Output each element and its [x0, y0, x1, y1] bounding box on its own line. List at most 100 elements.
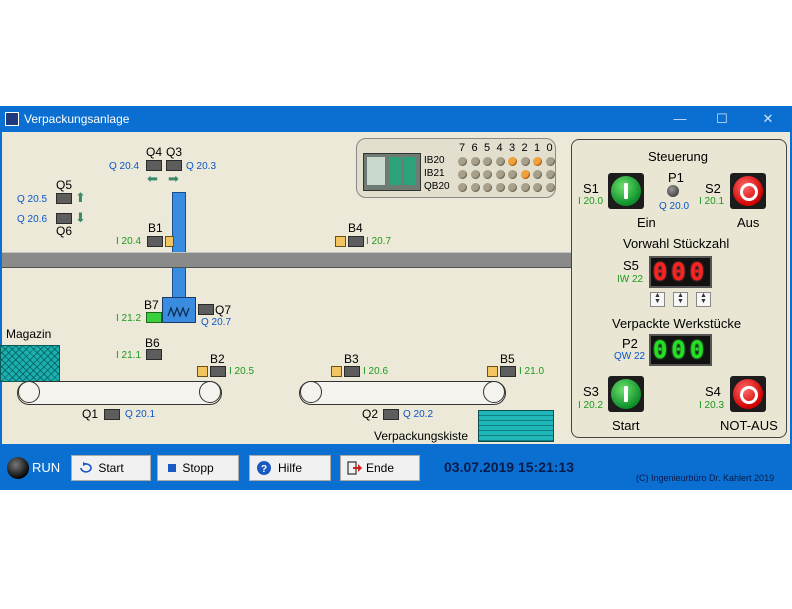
plc-led: [470, 157, 480, 166]
packed-counter-display: 000: [649, 334, 712, 366]
maximize-button[interactable]: ☐: [712, 110, 732, 128]
b7-address: I 21.2: [116, 313, 142, 324]
q2-address: Q 20.2: [403, 409, 434, 420]
plc-led: [483, 170, 492, 179]
s2-label: S2: [705, 181, 721, 196]
p2-address: QW 22: [614, 351, 646, 362]
q3-indicator: [166, 160, 182, 171]
plc-led: [545, 183, 555, 192]
b3-indicator: [344, 366, 360, 377]
q1-address: Q 20.1: [125, 409, 156, 420]
plc-led: [483, 183, 492, 192]
ein-button[interactable]: [608, 173, 644, 209]
copyright-text: (C) Ingenieurbüro Dr. Kahlert 2019: [636, 473, 775, 483]
title-bar: Verpackungsanlage — ☐ ✕: [0, 106, 792, 132]
verpackte-title: Verpackte Werkstücke: [612, 316, 742, 331]
b1-emitter: [165, 236, 174, 247]
b3-label: B3: [344, 352, 359, 366]
b5-address: I 21.0: [519, 366, 545, 377]
s5-label: S5: [623, 258, 639, 273]
not-aus-button[interactable]: [730, 376, 766, 412]
plc-row-label: IB21: [424, 168, 445, 179]
s2-address: I 20.1: [699, 196, 725, 207]
s3-label: S3: [583, 384, 599, 399]
b3-emitter: [331, 366, 342, 377]
plc-row-label: QB20: [424, 181, 450, 192]
q1-label: Q1: [82, 407, 99, 421]
plc-led: [533, 157, 542, 166]
plc-row-label: IB20: [424, 155, 445, 166]
plc-led: [458, 183, 467, 192]
not-aus-label: NOT-AUS: [720, 418, 778, 433]
plc-led: [495, 183, 505, 192]
plc-led: [533, 183, 542, 192]
s4-label: S4: [705, 384, 721, 399]
p1-lamp: [667, 185, 679, 197]
aus-label: Aus: [737, 215, 760, 230]
plc-led: [483, 157, 492, 166]
aus-button[interactable]: [730, 173, 766, 209]
start-toolbar-button[interactable]: Start: [71, 455, 151, 481]
plc-led: [495, 157, 505, 166]
ein-label: Ein: [637, 215, 656, 230]
q2-indicator: [383, 409, 399, 420]
belt1-right-roller: [199, 381, 221, 403]
transport-rail: [2, 252, 572, 268]
conveyor-belt-1: [17, 381, 222, 405]
q4-indicator: [146, 160, 162, 171]
arrow-up-icon: ⬆: [75, 190, 86, 205]
b7-label: B7: [144, 298, 159, 312]
arrow-left-icon: ⬅: [147, 171, 158, 186]
kiste-label: Verpackungskiste: [374, 429, 469, 443]
run-label: RUN: [32, 460, 61, 475]
belt2-left-roller: [300, 381, 322, 403]
conveyor-belt-2: [299, 381, 506, 405]
q6-indicator: [56, 213, 72, 224]
plc-led: [470, 170, 480, 179]
plc-bit-header: 5: [484, 142, 491, 154]
preset-spinner-hundreds[interactable]: ▲ ▼: [650, 292, 665, 307]
start-label: Start: [612, 418, 640, 433]
hilfe-toolbar-button[interactable]: ? Hilfe: [249, 455, 331, 481]
b6-label: B6: [145, 336, 160, 350]
s1-label: S1: [583, 181, 599, 196]
s3-address: I 20.2: [578, 400, 604, 411]
b2-emitter: [197, 366, 208, 377]
p1-label: P1: [668, 170, 684, 185]
b1-label: B1: [148, 221, 163, 235]
preset-spinner-tens[interactable]: ▲ ▼: [673, 292, 688, 307]
q6-address: Q 20.6: [17, 214, 48, 225]
preset-spinner-ones[interactable]: ▲ ▼: [696, 292, 711, 307]
p1-address: Q 20.0: [659, 201, 690, 212]
plc-led: [520, 170, 530, 179]
b1-indicator: [147, 236, 163, 247]
plc-bit-header: 3: [509, 142, 516, 154]
q7-address: Q 20.7: [201, 317, 232, 328]
s5-address: IW 22: [617, 274, 644, 285]
belt1-left-roller: [18, 381, 40, 403]
b6-indicator: [146, 349, 162, 360]
start-button[interactable]: [608, 376, 644, 412]
vorwahl-title: Vorwahl Stückzahl: [623, 236, 730, 251]
plc-led: [458, 157, 467, 166]
b4-indicator: [348, 236, 364, 247]
plc-led: [545, 170, 555, 179]
b4-address: I 20.7: [366, 236, 392, 247]
plc-led: [508, 170, 517, 179]
q3-label: Q3: [166, 145, 183, 159]
plc-module-icon: [363, 153, 421, 191]
close-button[interactable]: ✕: [758, 110, 778, 128]
plc-bit-header: 2: [521, 142, 528, 154]
window-title: Verpackungsanlage: [24, 112, 130, 126]
minimize-button[interactable]: —: [670, 110, 690, 128]
q2-label: Q2: [362, 407, 379, 421]
ende-toolbar-button[interactable]: Ende: [340, 455, 420, 481]
plc-led: [495, 170, 505, 179]
app-icon: [5, 112, 19, 126]
b5-emitter: [487, 366, 498, 377]
stopp-toolbar-button[interactable]: Stopp: [157, 455, 239, 481]
q4-address: Q 20.4: [109, 161, 140, 172]
b7-indicator: [146, 312, 162, 323]
gripper-head: [162, 297, 196, 323]
steuerung-title: Steuerung: [648, 149, 708, 164]
